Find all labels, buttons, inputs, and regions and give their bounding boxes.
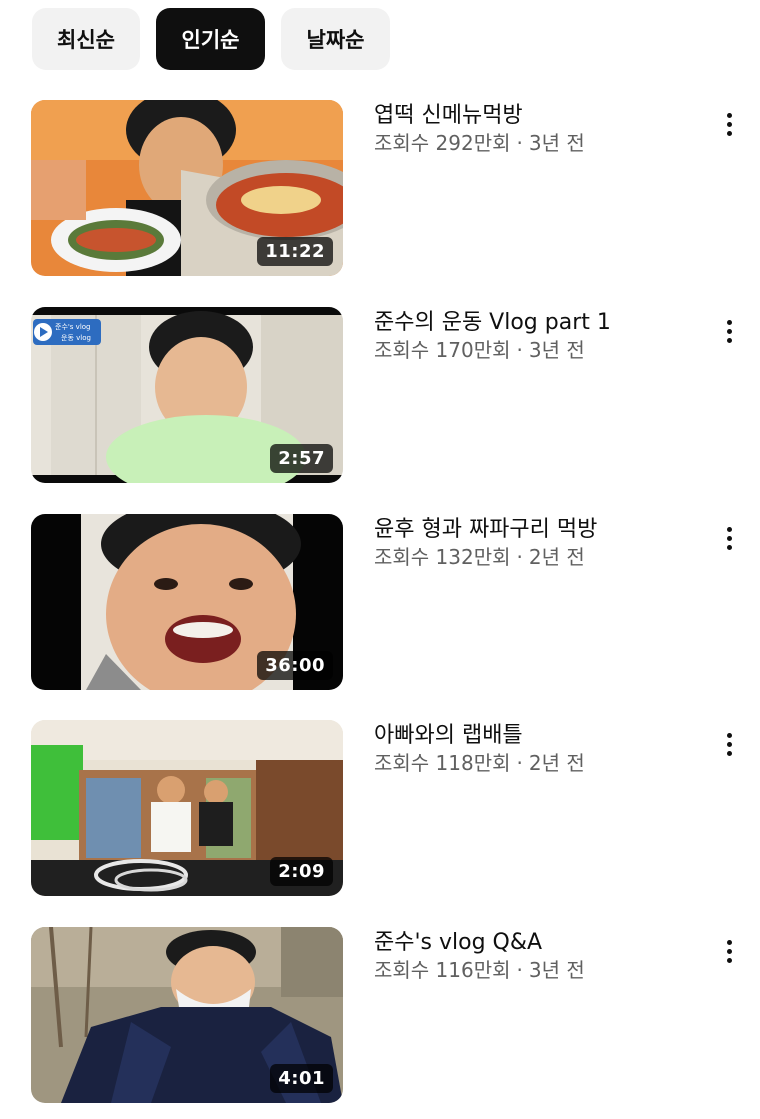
video-meta[interactable]: 준수의 운동 Vlog part 1 조회수 170만회 · 3년 전 <box>374 309 694 363</box>
video-meta[interactable]: 아빠와의 랩배틀 조회수 118만회 · 2년 전 <box>374 722 694 776</box>
video-duration: 4:01 <box>270 1064 333 1093</box>
view-count: 조회수 292만회 <box>374 131 511 155</box>
upload-age: 3년 전 <box>528 958 585 982</box>
more-vert-icon[interactable] <box>711 104 747 144</box>
video-duration: 2:57 <box>270 444 333 473</box>
separator: · <box>516 751 523 775</box>
more-vert-icon[interactable] <box>711 931 747 971</box>
video-stats: 조회수 116만회 · 3년 전 <box>374 957 694 983</box>
video-stats: 조회수 292만회 · 3년 전 <box>374 130 694 156</box>
video-duration: 11:22 <box>257 237 333 266</box>
upload-age: 2년 전 <box>528 751 585 775</box>
view-count: 조회수 116만회 <box>374 958 511 982</box>
video-item[interactable]: 4:01 준수's vlog Q&A 조회수 116만회 · 3년 전 <box>31 927 743 1103</box>
video-item[interactable]: 준수's vlog 운동 vlog 2:57 준수의 운동 Vlog part … <box>31 307 743 483</box>
video-item[interactable]: 11:22 엽떡 신메뉴먹방 조회수 292만회 · 3년 전 <box>31 100 743 276</box>
video-thumbnail[interactable]: 2:09 <box>31 720 343 896</box>
video-stats: 조회수 132만회 · 2년 전 <box>374 544 694 570</box>
separator: · <box>516 338 523 362</box>
video-title[interactable]: 준수의 운동 Vlog part 1 <box>374 309 694 337</box>
video-thumbnail[interactable]: 준수's vlog 운동 vlog 2:57 <box>31 307 343 483</box>
video-stats: 조회수 170만회 · 3년 전 <box>374 337 694 363</box>
video-item[interactable]: 2:09 아빠와의 랩배틀 조회수 118만회 · 2년 전 <box>31 720 743 896</box>
video-title[interactable]: 아빠와의 랩배틀 <box>374 722 694 750</box>
thumb-badge-title: 준수's vlog <box>55 323 91 331</box>
separator: · <box>516 958 523 982</box>
separator: · <box>516 545 523 569</box>
video-item[interactable]: 36:00 윤후 형과 짜파구리 먹방 조회수 132만회 · 2년 전 <box>31 514 743 690</box>
view-count: 조회수 170만회 <box>374 338 511 362</box>
video-thumbnail[interactable]: 4:01 <box>31 927 343 1103</box>
video-thumbnail[interactable]: 11:22 <box>31 100 343 276</box>
video-meta[interactable]: 엽떡 신메뉴먹방 조회수 292만회 · 3년 전 <box>374 102 694 156</box>
upload-age: 2년 전 <box>528 545 585 569</box>
video-title[interactable]: 윤후 형과 짜파구리 먹방 <box>374 516 694 544</box>
view-count: 조회수 118만회 <box>374 751 511 775</box>
video-stats: 조회수 118만회 · 2년 전 <box>374 750 694 776</box>
video-duration: 36:00 <box>257 651 333 680</box>
video-title[interactable]: 준수's vlog Q&A <box>374 929 694 957</box>
video-meta[interactable]: 준수's vlog Q&A 조회수 116만회 · 3년 전 <box>374 929 694 983</box>
upload-age: 3년 전 <box>528 338 585 362</box>
video-meta[interactable]: 윤후 형과 짜파구리 먹방 조회수 132만회 · 2년 전 <box>374 516 694 570</box>
video-list: 11:22 엽떡 신메뉴먹방 조회수 292만회 · 3년 전 준수's vlo… <box>0 0 760 1119</box>
view-count: 조회수 132만회 <box>374 545 511 569</box>
video-title[interactable]: 엽떡 신메뉴먹방 <box>374 102 694 130</box>
more-vert-icon[interactable] <box>711 311 747 351</box>
video-duration: 2:09 <box>270 857 333 886</box>
upload-age: 3년 전 <box>528 131 585 155</box>
video-thumbnail[interactable]: 36:00 <box>31 514 343 690</box>
separator: · <box>516 131 523 155</box>
thumb-badge-subtitle: 운동 vlog <box>61 334 91 342</box>
more-vert-icon[interactable] <box>711 724 747 764</box>
more-vert-icon[interactable] <box>711 518 747 558</box>
